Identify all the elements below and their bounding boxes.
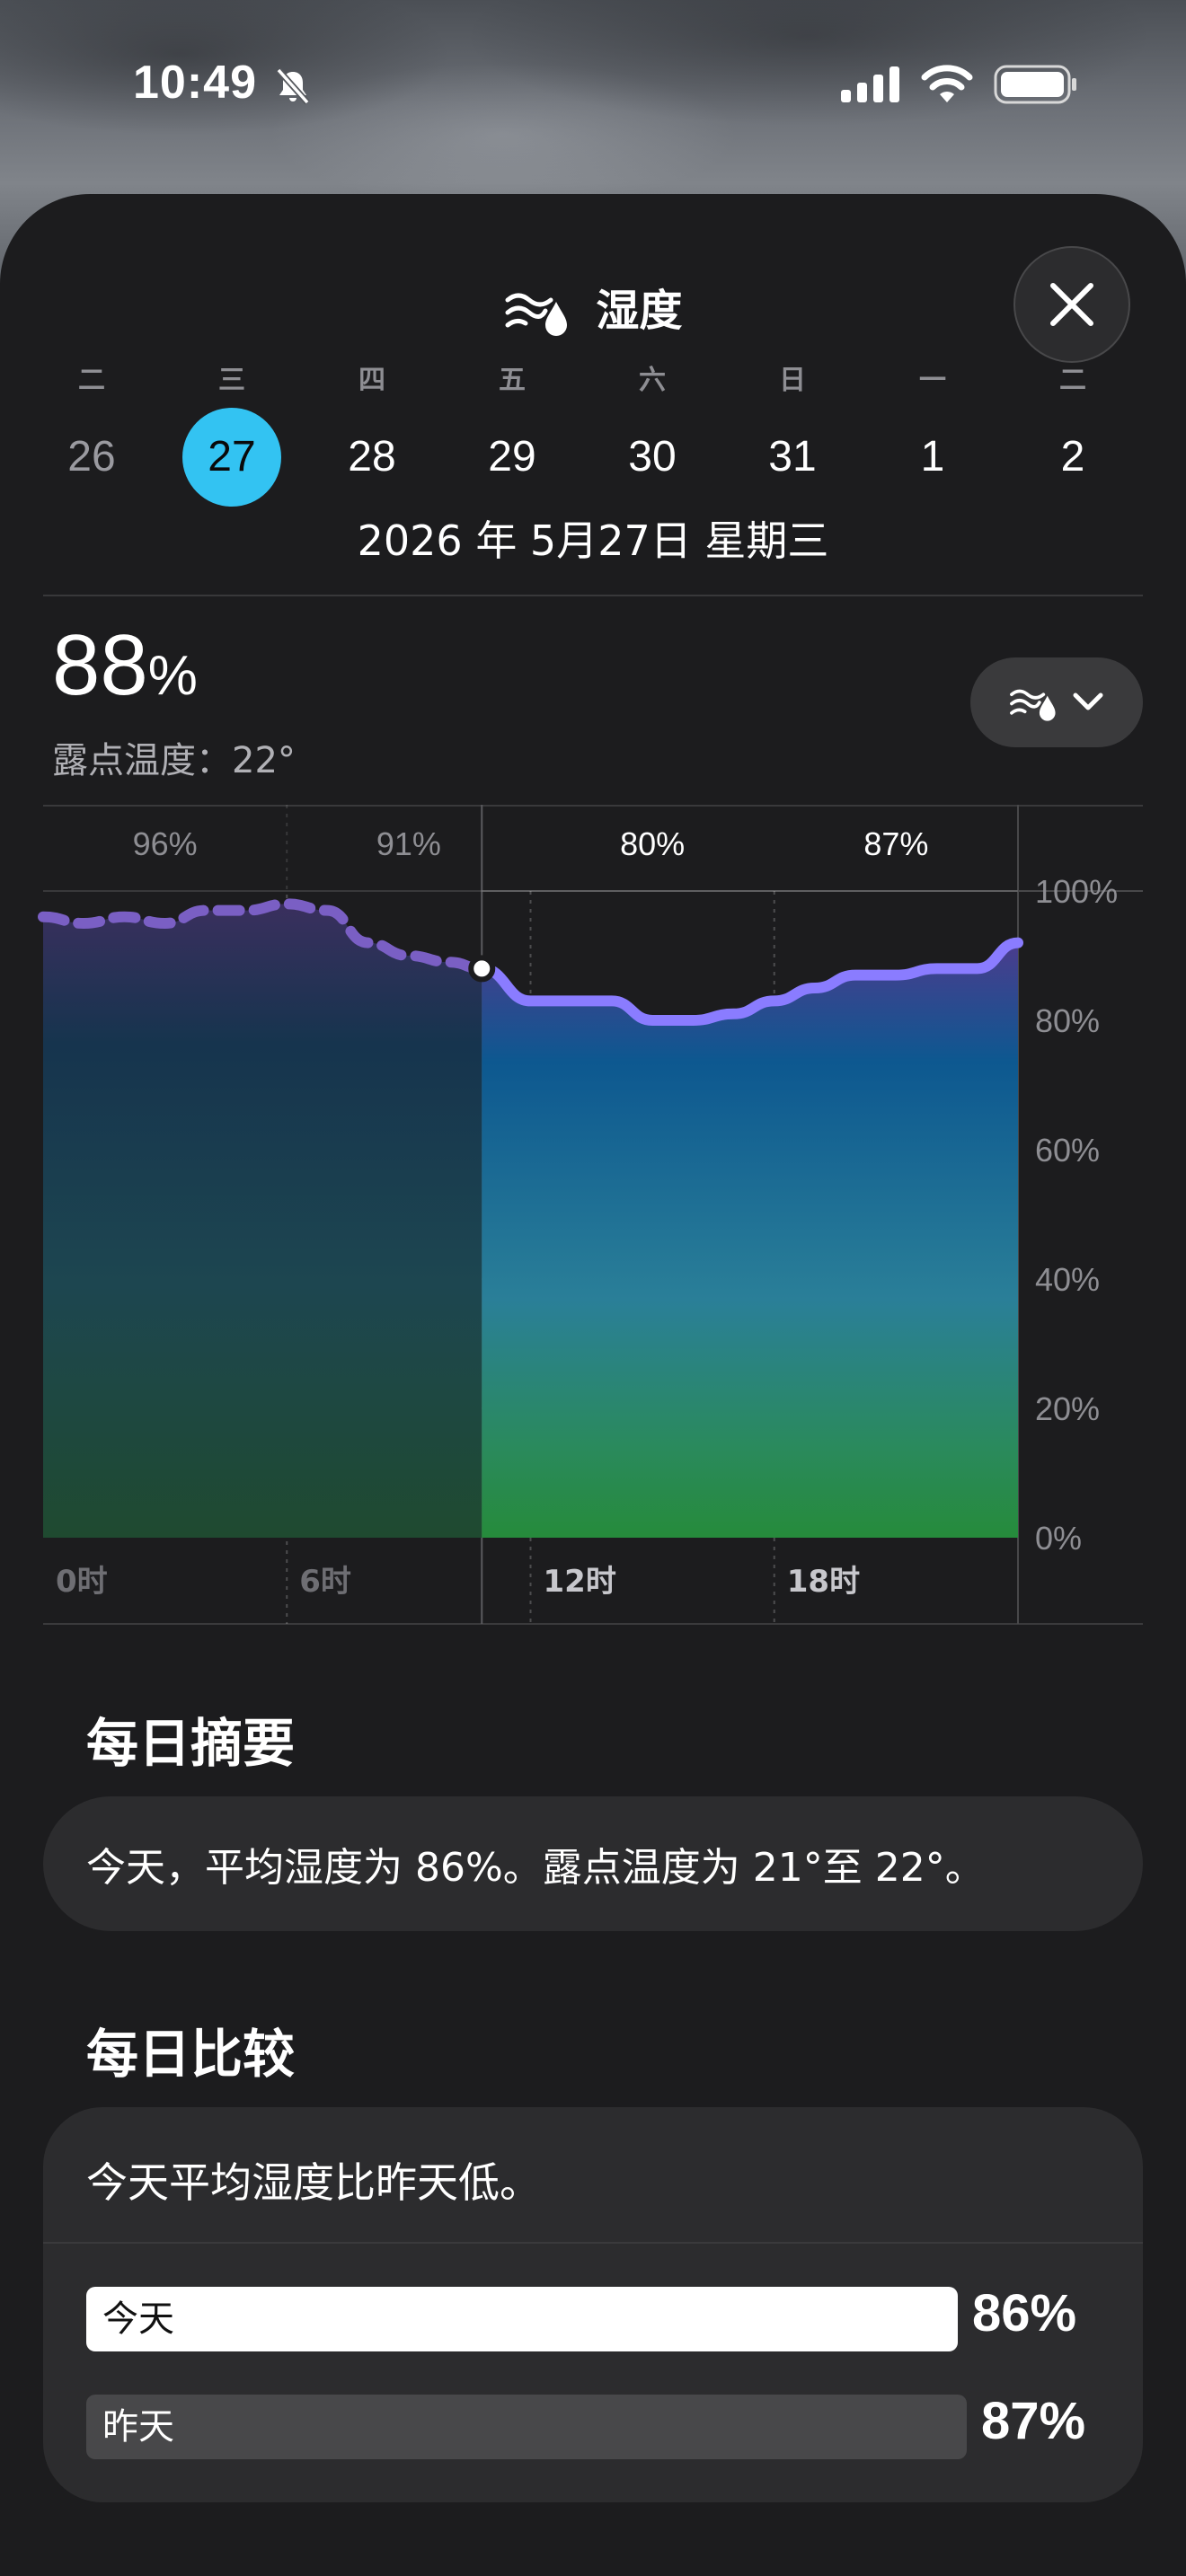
weekday-label: 二 [1059,365,1086,396]
x-tick-label: 0时 [56,1564,108,1600]
date-button[interactable]: 29 [463,408,562,507]
comparison-text: 今天平均湿度比昨天低。 [86,2158,541,2207]
chart-header-value: 91% [376,825,441,862]
weekday-label: 五 [499,365,526,396]
today-value: 86% [972,2284,1077,2342]
battery-icon [994,65,1076,104]
chevron-down-icon [1073,693,1103,710]
humidity-chart[interactable]: 96% 91% 80% 87% 100% 80% 60% 40% 20% 0% 0时 6时 12时 18时 [0,805,1186,1628]
date-button-selected[interactable]: 27 [182,408,281,507]
y-tick-label: 100% [1035,873,1118,910]
x-tick-label: 18时 [787,1564,860,1600]
today-bar: 今天 [86,2287,958,2351]
current-humidity-unit: % [147,645,198,707]
x-tick-label: 6时 [299,1564,351,1600]
yesterday-label: 昨天 [102,2406,174,2448]
humidity-icon [1010,689,1056,721]
y-tick-label: 80% [1035,1002,1100,1039]
cellular-signal-icon [841,66,899,102]
date-button[interactable]: 1 [883,408,982,507]
close-icon [1050,283,1093,326]
current-humidity-value: 88 [52,617,148,713]
status-time: 10:49 [133,57,257,109]
daily-summary-card: 今天，平均湿度为 86%。露点温度为 21°至 22°。 [43,1796,1143,1931]
divider [43,2242,1143,2244]
humidity-chart-svg: 96% 91% 80% 87% 100% 80% 60% 40% 20% 0% 0时 6时 12时 18时 [38,805,1143,1625]
bell-slash-icon [276,67,310,105]
sheet-title-label: 湿度 [596,286,683,336]
wifi-icon [921,65,973,102]
date-button[interactable]: 28 [323,408,421,507]
today-label: 今天 [102,2298,174,2340]
forecast-humidity-area [482,942,1018,1538]
weekday-label: 一 [919,365,946,396]
y-tick-label: 0% [1035,1520,1082,1557]
y-tick-label: 40% [1035,1261,1100,1298]
date-button[interactable]: 30 [603,408,702,507]
date-button[interactable]: 2 [1023,408,1122,507]
weekday-label: 四 [358,365,385,396]
weekday-label: 二 [78,365,105,396]
y-tick-label: 20% [1035,1390,1100,1427]
yesterday-bar: 昨天 [86,2395,967,2459]
yesterday-value: 87% [981,2392,1086,2450]
chart-header-value: 87% [863,825,928,862]
weekday-row: 二 三 四 五 六 日 一 二 [0,357,1186,402]
full-date: 2026 年 5月27日 星期三 [357,516,829,565]
current-humidity: 88% [52,616,198,715]
daily-comparison-title: 每日比较 [86,2024,296,2085]
close-button[interactable] [1013,246,1130,363]
daily-comparison-card: 今天平均湿度比昨天低。 今天 86% 昨天 87% [43,2107,1143,2502]
date-row: 26 27 28 29 30 31 1 2 [0,408,1186,507]
chart-header-value: 96% [133,825,198,862]
dew-point: 露点温度：22° [52,740,296,781]
date-button[interactable]: 26 [42,408,141,507]
weekday-label: 六 [639,365,666,396]
past-humidity-area [43,904,482,1538]
current-value-marker [468,955,496,983]
daily-summary-title: 每日摘要 [86,1713,296,1774]
chart-header-value: 80% [620,825,685,862]
date-button[interactable]: 31 [743,408,842,507]
daily-summary-text: 今天，平均湿度为 86%。露点温度为 21°至 22°。 [86,1845,985,1891]
sheet-title: 湿度 [0,275,1186,338]
x-tick-label: 12时 [544,1564,616,1600]
humidity-icon [505,293,567,336]
weekday-label: 日 [779,365,806,396]
divider [43,595,1143,596]
metric-selector-button[interactable] [970,657,1143,747]
status-bar: 10:49 [0,0,1186,180]
y-tick-label: 60% [1035,1132,1100,1169]
weekday-label: 三 [218,365,245,396]
